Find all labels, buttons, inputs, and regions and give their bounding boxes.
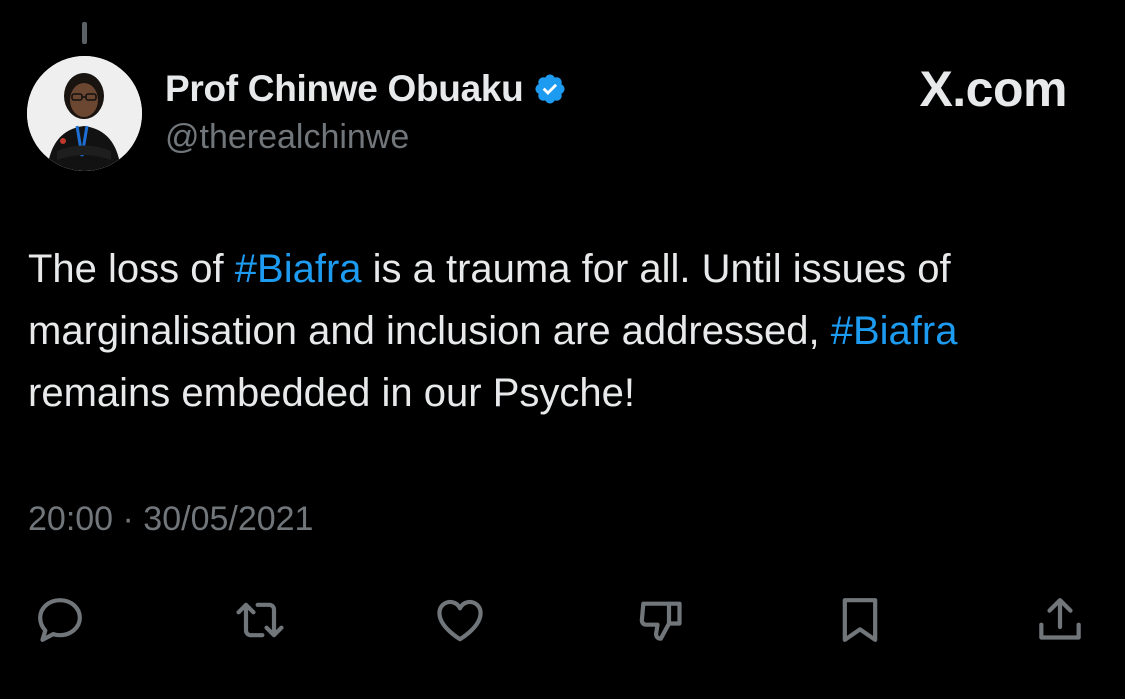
avatar[interactable] (27, 56, 142, 171)
dislike-button[interactable] (632, 590, 692, 650)
author-block: Prof Chinwe Obuaku @therealchinwe (165, 66, 567, 157)
share-button[interactable] (1030, 590, 1090, 650)
tweet-action-bar (0, 590, 1125, 650)
reply-icon (38, 598, 82, 642)
reply-button[interactable] (30, 590, 90, 650)
like-icon (437, 599, 483, 642)
bookmark-button[interactable] (830, 590, 890, 650)
retweet-button[interactable] (230, 590, 290, 650)
tweet-text-segment: marginalisation and inclusion are addres… (28, 309, 831, 353)
tweet-text-segment: is a trauma for all. Until issues of (361, 247, 951, 291)
x-com-logo: X.com (919, 61, 1067, 117)
top-divider-tick (82, 22, 87, 44)
verified-badge-icon (533, 72, 567, 106)
tweet-text: The loss of #Biafra is a trauma for all.… (28, 238, 1103, 424)
tweet-line-1: The loss of #Biafra is a trauma for all.… (28, 238, 1103, 300)
tweet-text-segment: remains embedded in our Psyche! (28, 371, 635, 415)
author-handle[interactable]: @therealchinwe (165, 118, 567, 157)
hashtag-link[interactable]: #Biafra (831, 309, 958, 353)
tweet-text-segment: The loss of (28, 247, 235, 291)
tweet-timestamp[interactable]: 20:00 · 30/05/2021 (28, 500, 313, 539)
retweet-icon (236, 602, 284, 638)
tweet-line-3: remains embedded in our Psyche! (28, 362, 1103, 424)
like-button[interactable] (430, 590, 490, 650)
author-name-row: Prof Chinwe Obuaku (165, 66, 567, 112)
bookmark-icon (842, 598, 878, 642)
share-icon (1039, 598, 1081, 640)
tweet-line-2: marginalisation and inclusion are addres… (28, 300, 1103, 362)
dislike-icon (639, 601, 682, 641)
avatar-image (27, 56, 142, 171)
author-display-name[interactable]: Prof Chinwe Obuaku (165, 68, 524, 110)
hashtag-link[interactable]: #Biafra (235, 247, 362, 291)
